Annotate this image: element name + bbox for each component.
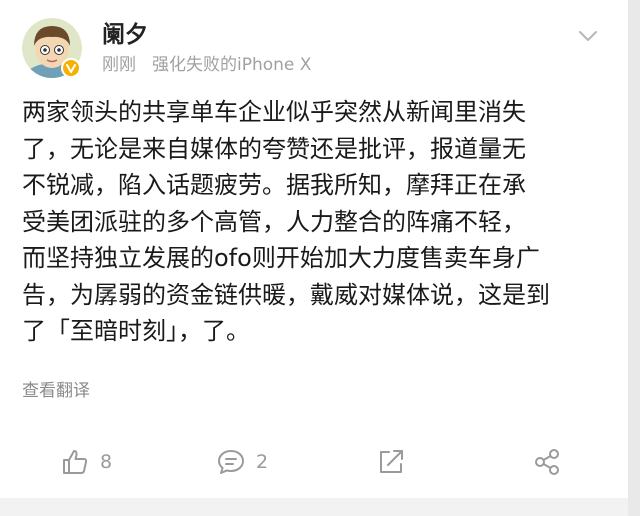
page-edge: [628, 0, 640, 516]
comment-button[interactable]: 2: [216, 440, 268, 484]
post-source: 强化失败的iPhone X: [152, 55, 312, 75]
share-icon: [535, 449, 559, 475]
repost-button[interactable]: [376, 440, 406, 484]
post-text-line: 了，无论是来自媒体的夸赞还是批评，报道量无: [22, 134, 526, 163]
author-name[interactable]: 阑夕: [102, 20, 148, 50]
like-button[interactable]: 8: [60, 440, 112, 484]
post-timestamp: 刚刚: [102, 55, 136, 75]
weibo-post-card: 阑夕 刚刚 强化失败的iPhone X 两家领头的共享单车企业似乎突然从新闻里消失…: [0, 0, 628, 498]
chevron-down-icon[interactable]: [578, 28, 598, 42]
comment-count: 2: [256, 451, 269, 473]
post-text: 两家领头的共享单车企业似乎突然从新闻里消失 了，无论是来自媒体的夸赞还是批评，报…: [22, 94, 597, 350]
post-text-line: 不锐减，陷入话题疲劳。据我所知，摩拜正在承: [22, 171, 526, 199]
comment-icon: [218, 450, 244, 474]
post-text-line: 两家领头的共享单车企业似乎突然从新闻里消失: [22, 98, 526, 126]
thumbs-up-icon: [63, 450, 88, 474]
post-text-line: 而坚持独立发展的ofo则开始加大力度售卖车身广: [22, 244, 540, 272]
post-text-line: 告，为孱弱的资金链供暖，戴威对媒体说，这是到: [22, 280, 550, 309]
post-meta: 刚刚 强化失败的iPhone X: [102, 53, 311, 77]
like-count: 8: [100, 451, 113, 473]
share-button[interactable]: [532, 440, 562, 484]
action-bar: 8 2: [0, 440, 628, 484]
post-text-line: 受美团派驻的多个高管，人力整合的阵痛不轻，: [22, 207, 526, 236]
translate-link[interactable]: 查看翻译: [22, 379, 90, 403]
post-text-line: 了「至暗时刻」，了。: [22, 317, 250, 345]
repost-icon: [380, 450, 403, 473]
verified-badge-icon: [61, 58, 81, 78]
